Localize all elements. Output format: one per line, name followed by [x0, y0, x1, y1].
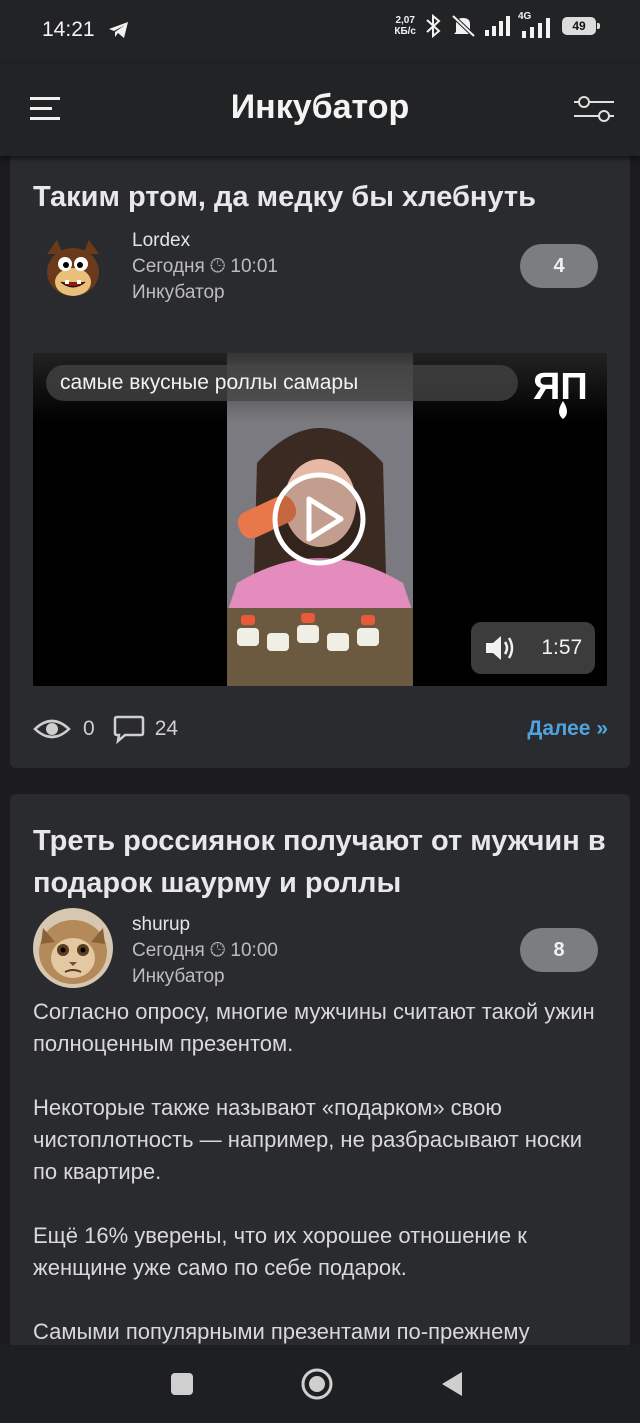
post-paragraph: Некоторые также называют «подарком» свою… — [33, 1095, 583, 1184]
post-community[interactable]: Инкубатор — [132, 280, 278, 306]
clock-icon: 🕒︎ — [210, 256, 226, 277]
video-caption: самые вкусные роллы самары — [46, 365, 518, 401]
post-date: Сегодня 🕒︎ 10:00 — [132, 940, 278, 961]
post-meta: shurup Сегодня 🕒︎ 10:00 Инкубатор — [132, 912, 278, 990]
post-community[interactable]: Инкубатор — [132, 964, 278, 990]
filter-icon[interactable] — [572, 94, 616, 124]
home-icon[interactable] — [300, 1367, 334, 1401]
status-icons: 2,07 КБ/с 4G 49 — [394, 11, 600, 38]
video-player[interactable]: самые вкусные роллы самары ЯП 1:57 — [33, 353, 607, 686]
signal-icon — [485, 16, 510, 36]
post-author[interactable]: shurup — [132, 912, 278, 938]
signal-4g-icon: 4G — [518, 11, 554, 38]
battery-icon: 49 — [562, 17, 600, 35]
post-paragraph: Согласно опросу, многие мужчины считают … — [33, 999, 595, 1056]
comments-count[interactable]: 24 — [155, 717, 178, 741]
page-title: Инкубатор — [230, 88, 410, 126]
read-more-link[interactable]: Далее » — [527, 717, 608, 741]
views-count: 0 — [83, 717, 95, 740]
telegram-icon — [109, 22, 128, 38]
net-speed: 2,07 КБ/с — [394, 15, 416, 37]
recents-icon[interactable] — [165, 1367, 199, 1401]
post-paragraph: Самыми популярными презентами по-прежнем… — [33, 1319, 530, 1344]
status-time: 14:21 — [42, 18, 95, 41]
avatar[interactable] — [33, 224, 113, 304]
post-card[interactable]: Таким ртом, да медку бы хлебнуть Lordex … — [10, 130, 630, 768]
avatar[interactable] — [33, 908, 113, 988]
post-paragraph: Ещё 16% уверены, что их хорошее отношени… — [33, 1223, 527, 1280]
app-bar: Инкубатор — [0, 64, 640, 156]
post-author[interactable]: Lordex — [132, 228, 278, 254]
rating-badge[interactable]: 8 — [520, 928, 598, 972]
play-icon[interactable] — [271, 471, 367, 567]
rating-badge[interactable]: 4 — [520, 244, 598, 288]
mute-icon — [451, 14, 476, 38]
post-card[interactable]: Треть россиянок получают от мужчин в под… — [10, 794, 630, 1394]
post-body: Согласно опросу, многие мужчины считают … — [33, 996, 606, 1380]
status-bar: 14:21 2,07 КБ/с 4G 49 — [0, 0, 640, 64]
clock-icon: 🕒︎ — [210, 940, 226, 961]
system-nav-bar — [0, 1345, 640, 1423]
post-title[interactable]: Треть россиянок получают от мужчин в под… — [33, 820, 610, 904]
post-meta: Lordex Сегодня 🕒︎ 10:01 Инкубатор — [132, 228, 278, 306]
back-icon[interactable] — [436, 1367, 470, 1401]
bluetooth-icon — [426, 14, 441, 38]
channel-logo-icon: ЯП — [533, 366, 588, 419]
volume-icon[interactable] — [484, 634, 516, 662]
post-date: Сегодня 🕒︎ 10:01 — [132, 256, 278, 277]
svg-text:ЯП: ЯП — [533, 366, 588, 408]
comment-icon[interactable] — [113, 714, 145, 744]
post-footer: 0 24 Далее » — [33, 711, 608, 747]
video-controls: 1:57 — [471, 622, 595, 674]
post-title[interactable]: Таким ртом, да медку бы хлебнуть — [33, 176, 610, 218]
eye-icon — [33, 719, 71, 739]
video-duration: 1:57 — [541, 636, 583, 659]
